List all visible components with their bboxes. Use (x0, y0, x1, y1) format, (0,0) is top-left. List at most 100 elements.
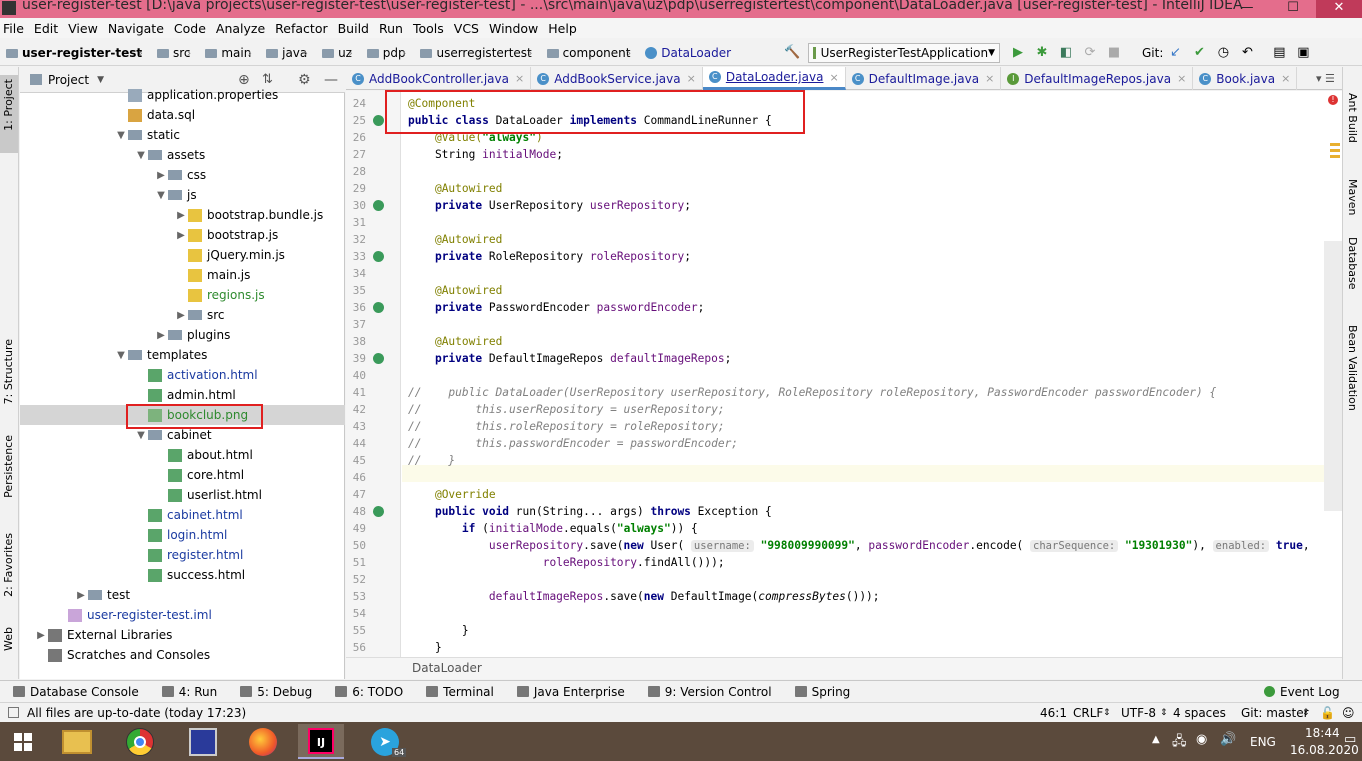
project-tool-button[interactable]: 1: Project (2, 79, 15, 131)
volume-icon[interactable]: 🔊 (1220, 732, 1236, 747)
menu-help[interactable]: Help (548, 21, 577, 36)
bean-gutter-icon[interactable] (373, 506, 384, 517)
tree-item[interactable]: userlist.html (20, 485, 345, 505)
rollback-icon[interactable]: ↶ (1239, 45, 1255, 61)
tree-item[interactable]: ▼ js (20, 185, 345, 205)
menu-build[interactable]: Build (338, 21, 369, 36)
chevron-down-icon[interactable]: ▼ (114, 350, 128, 361)
menu-run[interactable]: Run (379, 21, 403, 36)
bean-gutter-icon[interactable] (373, 115, 384, 126)
tool-window-button[interactable]: 4: Run (161, 685, 217, 699)
coverage-icon[interactable]: ◧ (1058, 45, 1074, 61)
tree-item[interactable]: ▶ test (20, 585, 345, 605)
code-line[interactable]: @Autowired (408, 180, 502, 197)
chevron-right-icon[interactable]: ▶ (174, 310, 188, 321)
security-icon[interactable]: ◉ (1196, 732, 1207, 747)
breadcrumb-item[interactable]: src › (156, 46, 197, 60)
network-icon[interactable]: 🖧 (1172, 732, 1187, 754)
history-icon[interactable]: ◷ (1215, 45, 1231, 61)
chevron-down-icon[interactable]: ▼ (114, 130, 128, 141)
code-line[interactable]: @Autowired (408, 282, 502, 299)
tree-item[interactable]: user-register-test.iml (20, 605, 345, 625)
bean-gutter-icon[interactable] (373, 200, 384, 211)
intellij-taskbar-icon[interactable]: IJ (298, 724, 344, 759)
tree-item[interactable]: data.sql (20, 105, 345, 125)
code-line[interactable]: @Autowired (408, 333, 502, 350)
tool-window-button[interactable]: 5: Debug (240, 685, 312, 699)
persistence-tool-button[interactable]: Persistence (2, 435, 15, 498)
breadcrumb-item[interactable]: user-register-test › (6, 46, 149, 60)
language-indicator[interactable]: ENG (1250, 735, 1276, 749)
tree-item[interactable]: ▶ bootstrap.js (20, 225, 345, 245)
chevron-right-icon[interactable]: ▶ (74, 590, 88, 601)
breadcrumb-item[interactable]: DataLoader (645, 46, 731, 60)
close-tab-icon[interactable]: × (829, 71, 838, 84)
editor-tab[interactable]: C DefaultImage.java × (846, 67, 1002, 90)
breadcrumb-item[interactable]: userregistertest › (420, 46, 538, 60)
tree-item[interactable]: Scratches and Consoles (20, 645, 345, 665)
code-line[interactable]: public void run(String... args) throws E… (408, 503, 772, 520)
menu-edit[interactable]: Edit (34, 21, 58, 36)
line-separator[interactable]: CRLF (1073, 706, 1103, 720)
tree-item[interactable]: cabinet.html (20, 505, 345, 525)
menu-vcs[interactable]: VCS (454, 21, 479, 36)
chevron-right-icon[interactable]: ▶ (154, 170, 168, 181)
chevron-right-icon[interactable]: ▶ (34, 630, 48, 641)
code-line[interactable]: String initialMode; (408, 146, 563, 163)
run-config-select[interactable]: UserRegisterTestApplication ▼ (808, 43, 1000, 63)
notifications-icon[interactable]: ▭ (1344, 732, 1356, 747)
close-tab-icon[interactable]: × (985, 72, 994, 85)
tool-window-button[interactable]: 6: TODO (335, 685, 403, 699)
bean-gutter-icon[interactable] (373, 353, 384, 364)
chevron-down-icon[interactable]: ▼ (134, 150, 148, 161)
close-tab-icon[interactable]: × (1177, 72, 1186, 85)
code-line[interactable]: } (408, 622, 469, 639)
web-tool-button[interactable]: Web (2, 627, 15, 651)
menu-navigate[interactable]: Navigate (108, 21, 164, 36)
tree-item[interactable]: main.js (20, 265, 345, 285)
file-encoding[interactable]: UTF-8 (1121, 706, 1156, 720)
tree-item[interactable]: application.properties (20, 85, 345, 105)
menu-window[interactable]: Window (489, 21, 538, 36)
start-button[interactable] (0, 724, 46, 759)
tree-item[interactable]: ▶ src (20, 305, 345, 325)
code-line[interactable]: private PasswordEncoder passwordEncoder; (408, 299, 704, 316)
code-line[interactable]: } (408, 639, 442, 656)
git-branch[interactable]: Git: master (1241, 706, 1309, 720)
code-line[interactable]: // this.passwordEncoder = passwordEncode… (408, 435, 738, 452)
tree-item[interactable]: core.html (20, 465, 345, 485)
code-line[interactable]: @Override (408, 486, 496, 503)
code-line[interactable]: // this.userRepository = userRepository; (408, 401, 725, 418)
tree-item[interactable]: ▶ bootstrap.bundle.js (20, 205, 345, 225)
chevron-right-icon[interactable]: ▶ (154, 330, 168, 341)
breadcrumb-item[interactable]: pdp › (366, 46, 413, 60)
tree-item[interactable]: about.html (20, 445, 345, 465)
tree-item[interactable]: register.html (20, 545, 345, 565)
tool-window-button[interactable]: Java Enterprise (516, 685, 625, 699)
menu-view[interactable]: View (68, 21, 98, 36)
maximize-button[interactable]: ☐ (1270, 0, 1316, 18)
status-toggle-icon[interactable] (8, 707, 19, 718)
code-line[interactable]: // public DataLoader(UserRepository user… (408, 384, 1216, 401)
tool-window-button[interactable]: Terminal (426, 685, 494, 699)
tool-window-button[interactable]: Database Console (13, 685, 139, 699)
tree-item[interactable]: ▶ plugins (20, 325, 345, 345)
caret-position[interactable]: 46:1 (1040, 706, 1067, 720)
profile-icon[interactable]: ⟳ (1082, 45, 1098, 61)
project-structure-icon[interactable]: ▤ (1271, 45, 1287, 61)
update-project-icon[interactable]: ↙ (1167, 45, 1183, 61)
chevron-up-icon[interactable]: ▲ (1152, 734, 1160, 745)
chevron-down-icon[interactable]: ▼ (154, 190, 168, 201)
bean-gutter-icon[interactable] (373, 251, 384, 262)
save-disk-icon[interactable] (180, 724, 226, 759)
code-editor[interactable]: 24 25 26 27 28 29 30 31 32 33 34 35 36 37 38 39 40 41 42 43… (346, 91, 1342, 657)
close-tab-icon[interactable]: × (1281, 72, 1290, 85)
tree-item[interactable]: activation.html (20, 365, 345, 385)
database-tool-button[interactable]: Database (1346, 237, 1359, 290)
tab-list-icon[interactable]: ▾ ☰ (1316, 72, 1335, 85)
presentation-icon[interactable]: ▣ (1295, 45, 1311, 61)
code-line[interactable]: private UserRepository userRepository; (408, 197, 691, 214)
tree-item[interactable]: login.html (20, 525, 345, 545)
tool-window-button[interactable]: 9: Version Control (647, 685, 772, 699)
tree-item[interactable]: ▶ External Libraries (20, 625, 345, 645)
